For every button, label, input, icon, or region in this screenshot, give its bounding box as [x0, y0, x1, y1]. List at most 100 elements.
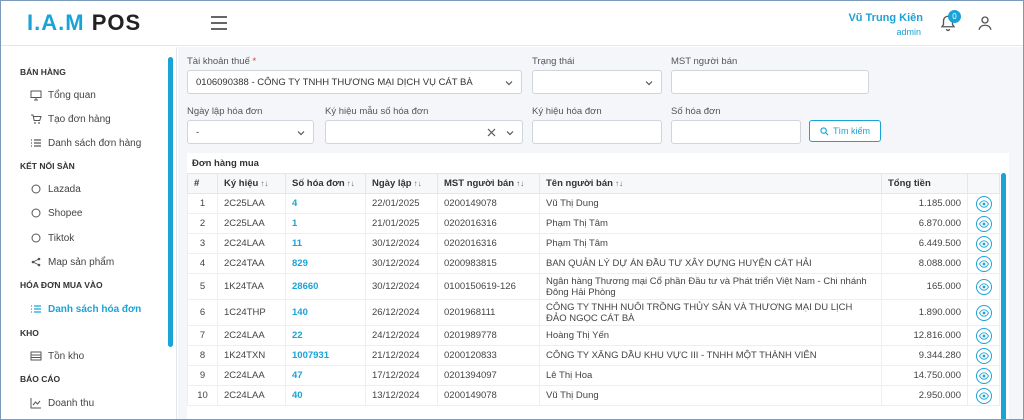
clear-icon[interactable] [487, 128, 496, 137]
row-seller-name: Vũ Thị Dung [539, 193, 882, 214]
row-invoice-number[interactable]: 28660 [285, 273, 366, 300]
table-row[interactable]: 6 1C24THP 140 26/12/2024 0201968111 CÔNG TY T… [187, 299, 1000, 326]
row-date: 21/01/2025 [365, 213, 438, 234]
row-seller-name: CÔNG TY TNHH NUÔI TRỒNG THỦY SẢN VÀ THƯƠ… [539, 299, 882, 326]
row-total: 1.185.000 [881, 193, 968, 214]
tax-account-label: Tài khoản thuế * [187, 56, 257, 67]
table-row[interactable]: 7 2C24LAA 22 24/12/2024 0201989778 Hoàng Thị … [187, 325, 1000, 346]
table-row[interactable]: 4 2C24TAA 829 30/12/2024 0200983815 BAN QUẢN … [187, 253, 1000, 274]
sidebar-item-product-map[interactable]: Map sản phẩm [30, 255, 114, 269]
row-invoice-number[interactable]: 829 [285, 253, 366, 274]
sidebar-item-shopee[interactable]: Shopee [30, 206, 82, 220]
sidebar-item-tiktok[interactable]: Tiktok [30, 231, 74, 245]
view-eye-icon[interactable] [975, 195, 992, 212]
row-seller-tax: 0200983815 [437, 253, 540, 274]
table-row[interactable]: 3 2C24LAA 11 30/12/2024 0202016316 Phạm Thị T… [187, 233, 1000, 254]
row-invoice-number[interactable]: 4 [285, 193, 366, 214]
row-seller-name: Vũ Thị Dung [539, 385, 882, 406]
circle-icon [31, 208, 41, 218]
row-total: 9.344.280 [881, 345, 968, 366]
row-date: 13/12/2024 [365, 385, 438, 406]
row-actions [967, 365, 1000, 386]
sidebar-item-invoice-list[interactable]: Danh sách hóa đơn [30, 302, 141, 316]
view-eye-icon[interactable] [975, 304, 992, 321]
col-symbol[interactable]: Ký hiệu ↑↓ [217, 173, 286, 194]
col-seller-name[interactable]: Tên người bán ↑↓ [539, 173, 882, 194]
notification-badge: 0 [948, 10, 961, 23]
row-seller-tax: 0201394097 [437, 365, 540, 386]
col-actions [967, 173, 1000, 194]
seller-tax-input[interactable] [671, 70, 869, 94]
sidebar-item-create-order[interactable]: Tạo đơn hàng [30, 112, 111, 126]
view-eye-icon[interactable] [975, 255, 992, 272]
sidebar-item-inventory[interactable]: Tồn kho [30, 349, 84, 363]
chevron-down-icon [505, 81, 513, 86]
template-symbol-select[interactable] [325, 120, 523, 144]
sidebar-item-order-list[interactable]: Danh sách đơn hàng [30, 136, 141, 150]
row-symbol: 1K24TXN [217, 345, 286, 366]
col-total: Tổng tiền [881, 173, 968, 194]
circle-icon [31, 233, 41, 243]
tax-account-select[interactable]: 0106090388 - CÔNG TY TNHH THƯƠNG MẠI DỊC… [187, 70, 522, 94]
table-row[interactable]: 10 2C24LAA 40 13/12/2024 0200149078 Vũ Thị Du… [187, 385, 1000, 406]
table-header-row: # Ký hiệu ↑↓ Số hóa đơn ↑↓ Ngày lập ↑↓ MST … [187, 173, 1000, 194]
table-row[interactable]: 8 1K24TXN 1007931 21/12/2024 0200120833 CÔNG … [187, 345, 1000, 366]
sidebar-item-lazada[interactable]: Lazada [30, 182, 81, 196]
search-icon [820, 126, 829, 135]
row-date: 21/12/2024 [365, 345, 438, 366]
row-invoice-number[interactable]: 1 [285, 213, 366, 234]
row-seller-name: Lê Thị Hoa [539, 365, 882, 386]
circle-icon [31, 184, 41, 194]
table-row[interactable]: 9 2C24LAA 47 17/12/2024 0201394097 Lê Thị Hoa… [187, 365, 1000, 386]
row-symbol: 2C24LAA [217, 385, 286, 406]
table-row[interactable]: 5 1K24TAA 28660 30/12/2024 0100150619-126 Ngâ… [187, 273, 1000, 300]
invoice-symbol-input[interactable] [532, 120, 662, 144]
app-logo[interactable]: I.A.M POS [27, 10, 141, 36]
view-eye-icon[interactable] [975, 367, 992, 384]
sidebar-section-marketplace: KẾT NỐI SÀN [20, 161, 75, 171]
row-invoice-number[interactable]: 40 [285, 385, 366, 406]
view-eye-icon[interactable] [975, 278, 992, 295]
row-invoice-number[interactable]: 47 [285, 365, 366, 386]
invoice-date-label: Ngày lập hóa đơn [187, 106, 263, 117]
chevron-down-icon [645, 81, 653, 86]
invoice-number-input[interactable] [671, 120, 801, 144]
row-total: 12.816.000 [881, 325, 968, 346]
row-invoice-number[interactable]: 11 [285, 233, 366, 254]
view-eye-icon[interactable] [975, 347, 992, 364]
table-row[interactable]: 2 2C25LAA 1 21/01/2025 0202016316 Phạm Thị Tâ… [187, 213, 1000, 234]
warehouse-icon [30, 351, 42, 361]
table-row[interactable]: 1 2C25LAA 4 22/01/2025 0200149078 Vũ Thị Dung… [187, 193, 1000, 214]
row-invoice-number[interactable]: 22 [285, 325, 366, 346]
sidebar-item-revenue[interactable]: Doanh thu [30, 396, 94, 410]
row-invoice-number[interactable]: 140 [285, 299, 366, 326]
status-select[interactable] [532, 70, 662, 94]
view-eye-icon[interactable] [975, 235, 992, 252]
row-actions [967, 385, 1000, 406]
view-eye-icon[interactable] [975, 215, 992, 232]
monitor-icon [30, 90, 42, 101]
user-icon[interactable] [976, 14, 994, 32]
sidebar-item-overview[interactable]: Tổng quan [30, 88, 96, 102]
menu-toggle-icon[interactable] [211, 16, 227, 30]
chevron-down-icon [506, 131, 514, 136]
invoice-date-select[interactable]: - [187, 120, 314, 144]
user-name[interactable]: Vũ Trung Kiên [848, 12, 923, 24]
row-actions [967, 193, 1000, 214]
table-scrollbar[interactable] [1001, 173, 1006, 419]
sidebar-scrollbar[interactable] [168, 57, 173, 347]
row-symbol: 2C24LAA [217, 325, 286, 346]
row-seller-name: BAN QUẢN LÝ DỰ ÁN ĐẦU TƯ XÂY DỰNG HUYỆN … [539, 253, 882, 274]
row-seller-tax: 0200149078 [437, 193, 540, 214]
search-button[interactable]: Tìm kiếm [809, 120, 881, 142]
sidebar: BÁN HÀNG Tổng quan Tạo đơn hàng Danh sác… [1, 47, 177, 419]
col-invoice-number[interactable]: Số hóa đơn ↑↓ [285, 173, 366, 194]
row-date: 30/12/2024 [365, 233, 438, 254]
app-window: I.A.M POS Vũ Trung Kiên admin 0 BÁN HÀNG… [0, 0, 1024, 420]
row-invoice-number[interactable]: 1007931 [285, 345, 366, 366]
view-eye-icon[interactable] [975, 387, 992, 404]
row-index: 4 [187, 253, 218, 274]
col-date[interactable]: Ngày lập ↑↓ [365, 173, 438, 194]
col-seller-tax[interactable]: MST người bán ↑↓ [437, 173, 540, 194]
view-eye-icon[interactable] [975, 327, 992, 344]
